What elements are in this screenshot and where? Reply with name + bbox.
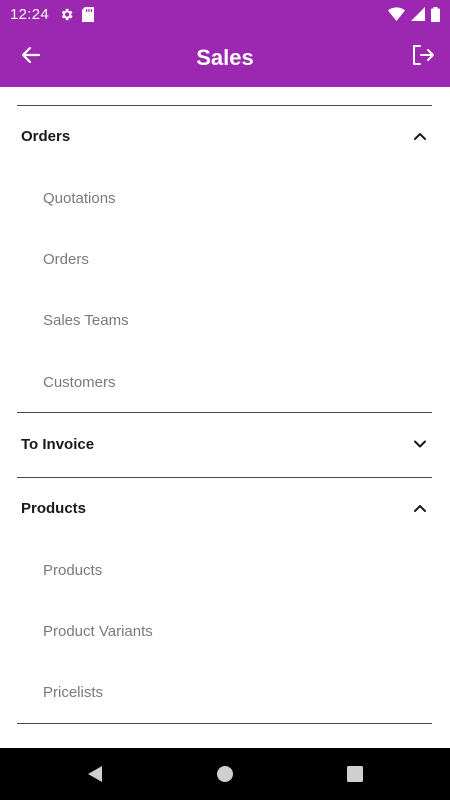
menu-item-label: Product Variants <box>43 622 153 640</box>
status-bar: 12:24 <box>0 0 450 28</box>
menu-item-label: Orders <box>43 250 89 268</box>
menu-item-sales-teams[interactable]: Sales Teams <box>0 295 450 345</box>
divider <box>17 723 432 724</box>
section-title: To Invoice <box>21 435 95 453</box>
battery-icon <box>431 6 440 22</box>
menu-item-orders[interactable]: Orders <box>0 234 450 284</box>
menu-item-pricelists[interactable]: Pricelists <box>0 667 450 717</box>
section-title: Products <box>21 499 87 517</box>
wifi-icon <box>388 7 405 21</box>
gear-icon <box>59 7 74 22</box>
section-header-to-invoice[interactable]: To Invoice <box>0 413 450 475</box>
menu-item-quotations[interactable]: Quotations <box>0 173 450 223</box>
page-title: Sales <box>196 44 254 70</box>
back-button[interactable] <box>18 44 44 70</box>
logout-icon <box>411 44 435 71</box>
system-nav-bar <box>0 748 450 800</box>
section-title: Orders <box>21 127 71 145</box>
chevron-up-icon <box>412 128 428 144</box>
signal-icon <box>411 7 425 21</box>
logout-button[interactable] <box>410 44 436 70</box>
sd-card-icon <box>82 6 95 22</box>
app-bar: Sales <box>0 28 450 87</box>
menu-item-label: Sales Teams <box>43 311 129 329</box>
section-header-products[interactable]: Products <box>0 477 450 539</box>
status-time: 12:24 <box>10 5 50 23</box>
menu-item-label: Quotations <box>43 189 116 207</box>
chevron-down-icon <box>412 436 428 452</box>
menu-item-customers[interactable]: Customers <box>0 357 450 407</box>
back-triangle-icon[interactable] <box>85 764 105 784</box>
app-header: 12:24 Sales <box>0 0 450 87</box>
arrow-left-icon <box>21 45 41 70</box>
menu-item-label: Customers <box>43 373 116 391</box>
section-header-orders[interactable]: Orders <box>0 105 450 167</box>
menu-item-products[interactable]: Products <box>0 545 450 595</box>
home-circle-icon[interactable] <box>215 764 235 784</box>
menu-list: Orders Quotations Orders Sales Teams Cus… <box>0 87 450 747</box>
menu-item-label: Pricelists <box>43 683 104 701</box>
chevron-up-icon <box>412 500 428 516</box>
menu-item-product-variants[interactable]: Product Variants <box>0 606 450 656</box>
menu-item-label: Products <box>43 561 103 579</box>
recents-square-icon[interactable] <box>345 764 365 784</box>
